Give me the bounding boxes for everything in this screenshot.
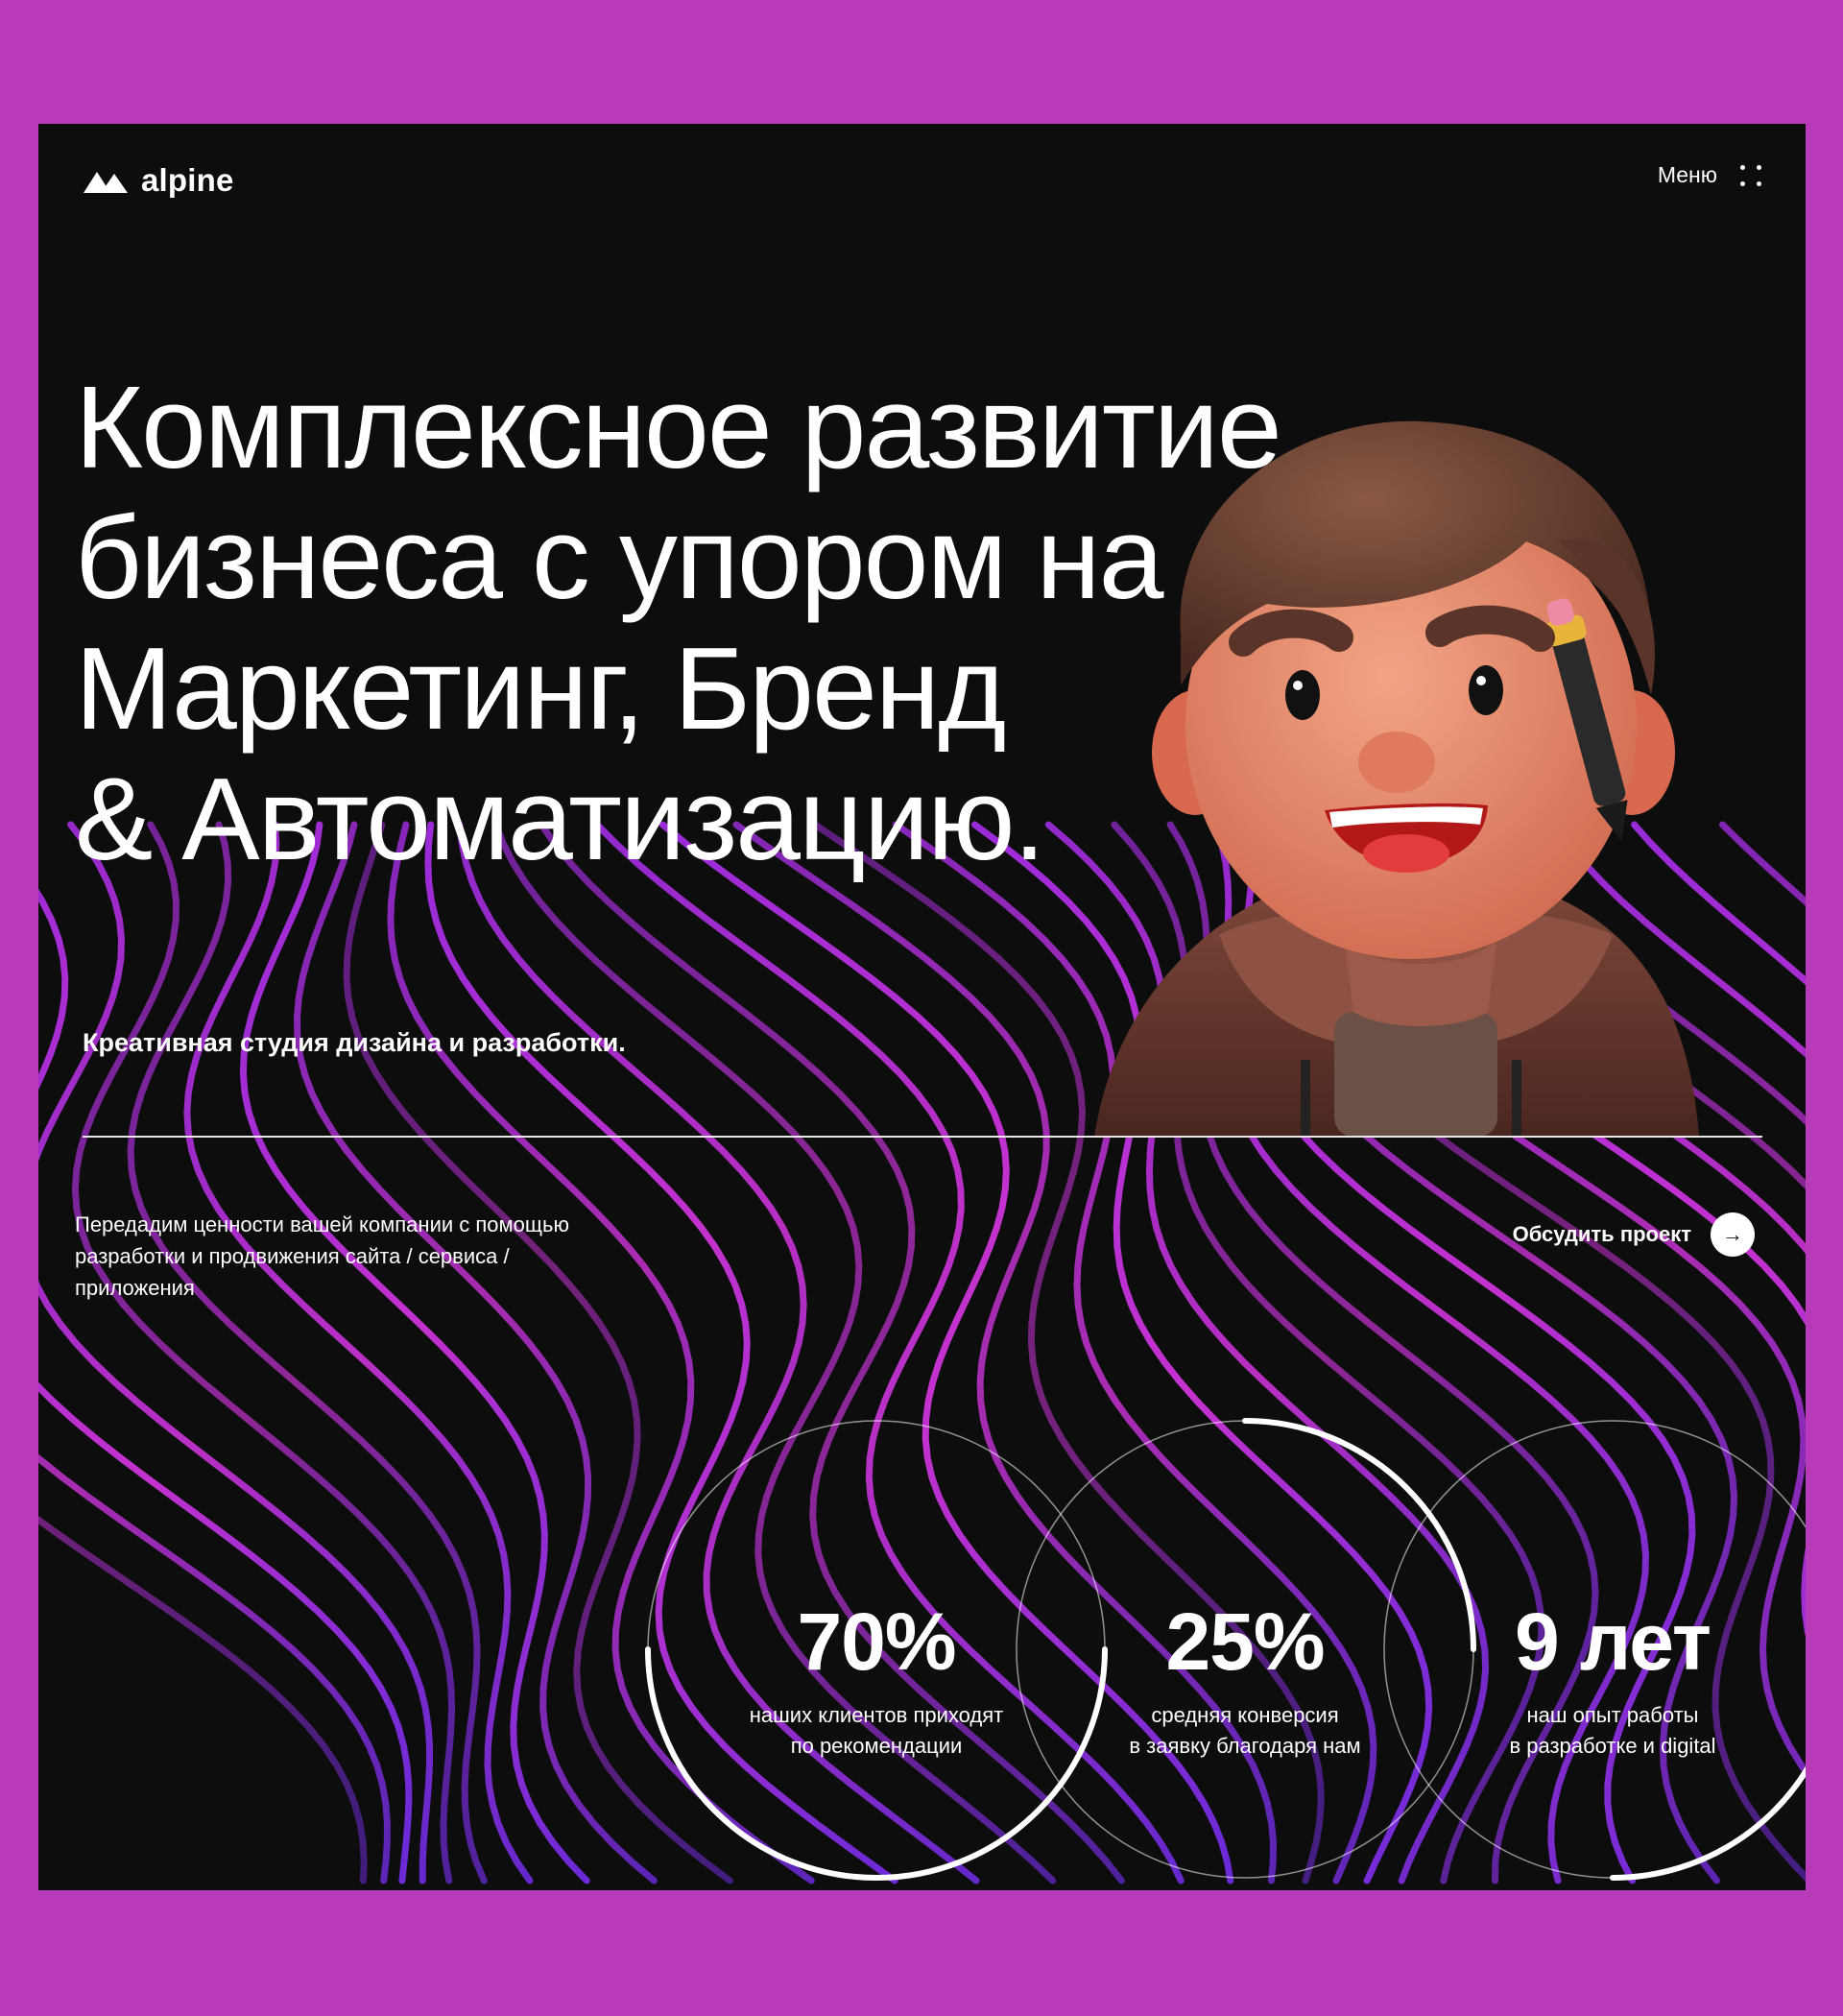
hero-subtitle: Креативная студия дизайна и разработки. bbox=[83, 1028, 626, 1057]
wave-line bbox=[38, 1453, 391, 1884]
description: Передадим ценности вашей компании с помо… bbox=[75, 1209, 651, 1304]
stat-label-line-1: наш опыт работы bbox=[1526, 1703, 1699, 1727]
description-line-3: приложения bbox=[75, 1276, 195, 1300]
stat-experience: 9 лет наш опыт работы в разработке и dig… bbox=[1382, 1598, 1806, 1762]
description-line-1: Передадим ценности вашей компании с помо… bbox=[75, 1212, 569, 1236]
arrow-right-icon[interactable]: → bbox=[1711, 1212, 1755, 1257]
stat-label: наш опыт работы в разработке и digital bbox=[1382, 1700, 1806, 1762]
logo[interactable]: alpine bbox=[84, 162, 234, 199]
hero-title-line-3: Маркетинг, Бренд bbox=[75, 623, 1006, 754]
dots-grid-icon bbox=[1740, 164, 1761, 186]
logo-text: alpine bbox=[141, 162, 234, 198]
description-line-2: разработки и продвижения сайта / сервиса… bbox=[75, 1244, 510, 1268]
mountain-logo-icon bbox=[84, 172, 128, 193]
hero-title-line-2: бизнеса с упором на bbox=[75, 492, 1163, 623]
hero-title: Комплексное развитие бизнеса с упором на… bbox=[75, 362, 1419, 884]
hero-title-line-4: & Автоматизацию. bbox=[75, 754, 1045, 884]
stat-value: 9 лет bbox=[1514, 1596, 1711, 1687]
wave-line bbox=[38, 821, 433, 1884]
cta-label: Обсудить проект bbox=[1512, 1222, 1691, 1246]
discuss-project-button[interactable]: Обсудить проект → bbox=[1513, 1212, 1755, 1257]
divider bbox=[83, 1136, 1762, 1138]
stat-label-line-2: в разработке и digital bbox=[1509, 1734, 1716, 1758]
hero-frame: alpine Меню Комплексное развитие бизнеса… bbox=[38, 124, 1806, 1890]
menu-button[interactable]: Меню bbox=[1658, 162, 1761, 188]
hero-title-line-1: Комплексное развитие bbox=[75, 362, 1282, 492]
menu-label: Меню bbox=[1657, 162, 1717, 187]
